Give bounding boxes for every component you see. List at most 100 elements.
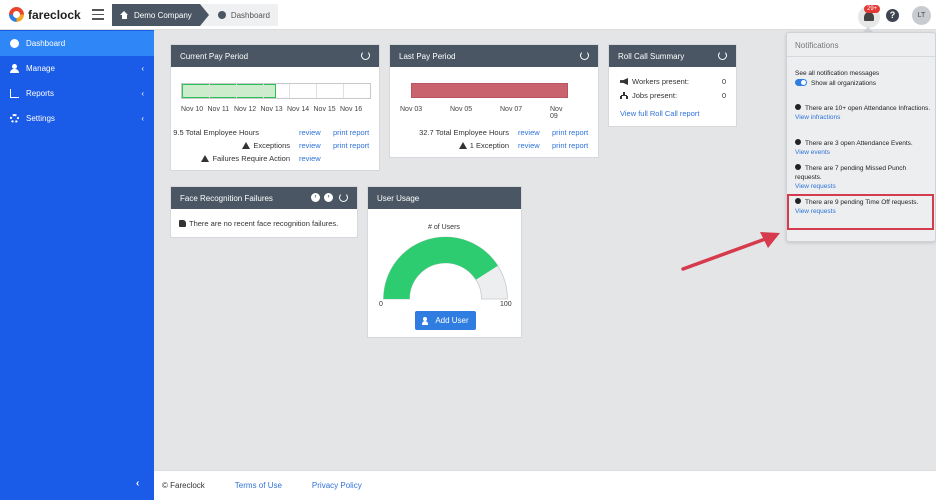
view-infractions-link[interactable]: View infractions bbox=[795, 114, 840, 121]
sitemap-icon bbox=[620, 92, 628, 99]
exceptions-row: Exceptions bbox=[242, 141, 290, 150]
highlight-box bbox=[787, 194, 934, 230]
view-missed-punch-requests-link[interactable]: View requests bbox=[795, 183, 836, 190]
terms-of-use-link[interactable]: Terms of Use bbox=[235, 481, 282, 490]
print-exceptions-report-link[interactable]: print report bbox=[333, 141, 369, 150]
tick-label: Nov 13 bbox=[260, 106, 283, 113]
breadcrumb-company[interactable]: Demo Company bbox=[112, 4, 209, 26]
arrow-shaft bbox=[681, 236, 770, 271]
notification-item: There are 3 open Attendance Events. View … bbox=[795, 139, 931, 157]
gauge-label: # of Users bbox=[428, 224, 460, 231]
exceptions-row: 1 Exception bbox=[458, 141, 509, 150]
breadcrumb-dashboard-label: Dashboard bbox=[230, 10, 270, 20]
privacy-policy-link[interactable]: Privacy Policy bbox=[312, 481, 362, 490]
previous-button[interactable]: ‹ bbox=[311, 193, 320, 202]
gear-icon bbox=[10, 114, 19, 123]
panel-header: Roll Call Summary bbox=[609, 45, 736, 67]
view-events-link[interactable]: View events bbox=[795, 149, 830, 156]
top-bar: fareclock Demo Company Dashboard 29+ ? L… bbox=[0, 0, 936, 30]
review-hours-link[interactable]: review bbox=[299, 128, 321, 137]
current-pay-period-panel: Current Pay Period Nov 10 Nov 11 Nov 12 Nov… bbox=[170, 44, 380, 171]
roll-call-report-link[interactable]: View full Roll Call report bbox=[620, 109, 699, 118]
bullet-icon bbox=[795, 104, 801, 110]
warning-icon bbox=[458, 142, 467, 149]
sidebar-item-label: Settings bbox=[26, 114, 55, 123]
sidebar-item-reports[interactable]: Reports ‹ bbox=[0, 81, 154, 106]
grid-line bbox=[316, 84, 318, 98]
sidebar-item-label: Dashboard bbox=[26, 39, 66, 48]
gauge-max: 100 bbox=[500, 301, 512, 308]
user-plus-icon bbox=[422, 316, 431, 325]
sidebar-item-dashboard[interactable]: Dashboard bbox=[0, 31, 154, 56]
print-hours-report-link[interactable]: print report bbox=[552, 128, 588, 137]
user-usage-gauge bbox=[383, 236, 508, 300]
review-exceptions-link[interactable]: review bbox=[518, 141, 540, 150]
notification-count-badge: 29+ bbox=[864, 5, 881, 13]
workers-value: 0 bbox=[721, 77, 726, 86]
fareclock-logo-icon bbox=[9, 7, 24, 22]
grid-line bbox=[262, 84, 264, 98]
grid-line bbox=[235, 84, 237, 98]
refresh-icon[interactable] bbox=[339, 193, 348, 202]
help-button[interactable]: ? bbox=[886, 9, 899, 22]
notification-item: There are 7 pending Missed Punch request… bbox=[795, 164, 931, 191]
see-all-notifications-link[interactable]: See all notification messages bbox=[795, 69, 931, 78]
tick-label: Nov 05 bbox=[450, 106, 473, 113]
refresh-icon[interactable] bbox=[361, 51, 370, 60]
jobs-value: 0 bbox=[721, 91, 726, 100]
footer: © Fareclock Terms of Use Privacy Policy bbox=[154, 470, 936, 500]
tick-label: Nov 12 bbox=[234, 106, 257, 113]
breadcrumb-dashboard[interactable]: Dashboard bbox=[199, 4, 278, 26]
failures-text: Failures Require Action bbox=[212, 154, 290, 163]
notification-text: There are 7 pending Missed Punch request… bbox=[795, 165, 907, 181]
notification-item: There are 10+ open Attendance Infraction… bbox=[795, 104, 931, 122]
add-user-button[interactable]: Add User bbox=[415, 311, 476, 330]
show-all-orgs-toggle[interactable] bbox=[795, 79, 807, 86]
refresh-icon[interactable] bbox=[718, 51, 727, 60]
sidebar-item-settings[interactable]: Settings ‹ bbox=[0, 106, 154, 131]
show-all-orgs-label: Show all organizations bbox=[811, 80, 877, 87]
pay-period-bar-track bbox=[181, 83, 371, 99]
refresh-icon[interactable] bbox=[580, 51, 589, 60]
notification-text: There are 3 open Attendance Events. bbox=[805, 140, 913, 147]
user-avatar[interactable]: LT bbox=[912, 6, 931, 25]
review-hours-link[interactable]: review bbox=[518, 128, 540, 137]
review-exceptions-link[interactable]: review bbox=[299, 141, 321, 150]
thumbs-up-icon bbox=[179, 220, 186, 227]
panel-title: Current Pay Period bbox=[180, 51, 249, 61]
pay-period-ticks: Nov 10 Nov 11 Nov 12 Nov 13 Nov 14 Nov 15 Nov … bbox=[181, 106, 371, 116]
exceptions-text: 1 Exception bbox=[469, 141, 509, 150]
last-pay-period-bar bbox=[411, 83, 568, 98]
panel-title: User Usage bbox=[377, 193, 420, 203]
next-button[interactable]: › bbox=[324, 193, 333, 202]
last-pay-period-panel: Last Pay Period Nov 03 Nov 05 Nov 07 Nov 09… bbox=[389, 44, 599, 158]
notifications-title: Notifications bbox=[787, 33, 935, 57]
chevron-left-icon: ‹ bbox=[141, 89, 144, 98]
tick-label: Nov 09 bbox=[550, 106, 563, 120]
panel-header: Current Pay Period bbox=[171, 45, 379, 67]
sidebar-item-label: Reports bbox=[26, 89, 55, 98]
print-hours-report-link[interactable]: print report bbox=[333, 128, 369, 137]
warning-icon bbox=[242, 142, 251, 149]
user-icon bbox=[10, 64, 19, 73]
dashboard-icon bbox=[10, 39, 19, 48]
menu-toggle-icon[interactable] bbox=[92, 9, 104, 20]
chart-icon bbox=[10, 89, 19, 98]
failures-row: Failures Require Action bbox=[201, 154, 290, 163]
face-recognition-panel: Face Recognition Failures ‹ › There are … bbox=[170, 186, 358, 238]
breadcrumb: Demo Company Dashboard bbox=[112, 4, 278, 26]
notification-text: There are 10+ open Attendance Infraction… bbox=[805, 105, 931, 112]
chevron-left-icon: ‹ bbox=[141, 114, 144, 123]
breadcrumb-company-label: Demo Company bbox=[134, 10, 192, 20]
collapse-sidebar-button[interactable]: ‹ bbox=[136, 478, 139, 489]
tick-label: Nov 15 bbox=[313, 106, 336, 113]
sidebar-item-manage[interactable]: Manage ‹ bbox=[0, 56, 154, 81]
dashboard-icon bbox=[217, 11, 226, 19]
panel-header: Last Pay Period bbox=[390, 45, 598, 67]
show-all-orgs-row: Show all organizations bbox=[795, 79, 931, 88]
panel-header: User Usage bbox=[368, 187, 521, 209]
print-exceptions-report-link[interactable]: print report bbox=[552, 141, 588, 150]
review-failures-link[interactable]: review bbox=[299, 154, 321, 163]
panel-title: Last Pay Period bbox=[399, 51, 456, 61]
brand-logo[interactable]: fareclock bbox=[9, 7, 81, 22]
